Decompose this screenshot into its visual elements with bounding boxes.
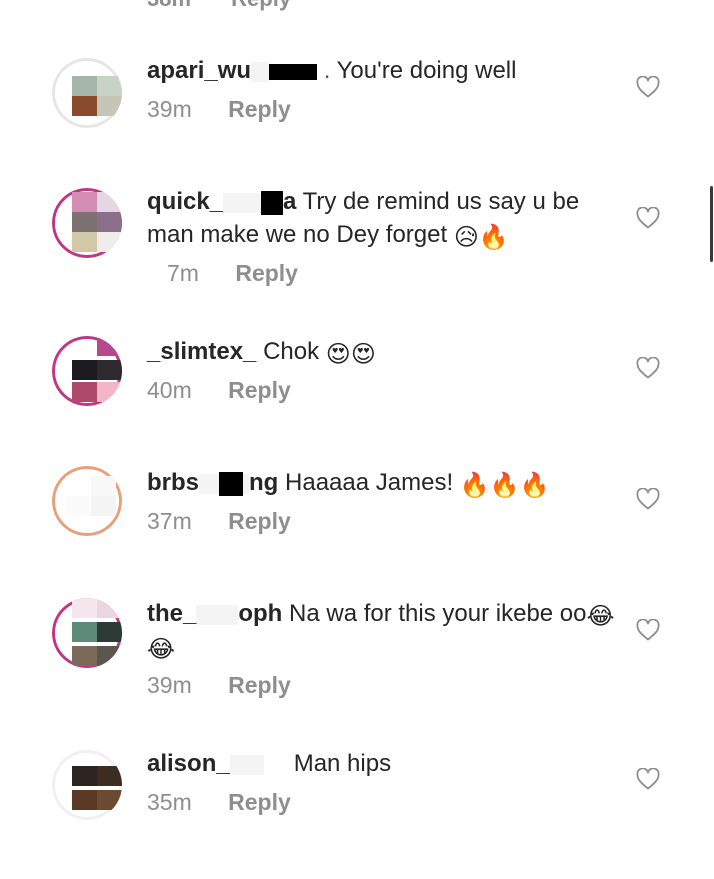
reply-button[interactable]: Reply <box>228 508 291 534</box>
reply-button[interactable]: Reply <box>228 96 291 122</box>
comment-time: 37m <box>147 508 192 534</box>
comment-text: _slimtex_ Chok 😍😍 <box>147 335 617 368</box>
redaction <box>219 471 244 496</box>
heart-outline-icon[interactable] <box>636 76 660 98</box>
fire-emoji: 🔥 <box>478 224 509 251</box>
comment-text: alison_ Man hips <box>147 747 617 780</box>
comment-body: Haaaaa James! <box>285 469 454 496</box>
previous-comment-time: 38m <box>147 0 191 11</box>
heart-outline-icon[interactable] <box>636 357 660 379</box>
reply-button[interactable]: Reply <box>228 377 291 403</box>
scrollbar[interactable] <box>710 186 713 262</box>
comment-time: 7m <box>167 260 199 286</box>
fire-emoji: 🔥 <box>489 472 520 499</box>
comment-text: apari_wu . You're doing well <box>147 57 517 84</box>
comment-meta: 37m Reply <box>147 508 291 535</box>
comment-body: Man hips <box>293 750 392 777</box>
comment-meta: 39m Reply <box>147 672 291 699</box>
fire-emoji: 🔥 <box>459 472 490 499</box>
avatar[interactable] <box>52 336 122 406</box>
heart-outline-icon[interactable] <box>636 488 660 510</box>
comment-username[interactable]: brbs <box>147 469 199 496</box>
comment-username[interactable]: apari_wu <box>147 57 251 84</box>
tears-of-joy-emoji: 😂 <box>586 603 615 630</box>
comment-meta: 39m Reply <box>147 96 291 123</box>
fire-emoji: 🔥 <box>519 472 550 499</box>
comment-username[interactable]: the_ <box>147 600 196 627</box>
tears-of-joy-emoji: 😂 <box>147 636 176 663</box>
reply-button[interactable]: Reply <box>228 789 291 815</box>
comment-text: brbs ng Haaaaa James! 🔥🔥🔥 <box>147 469 550 499</box>
redaction <box>261 190 284 215</box>
comment-meta: 40m Reply <box>147 377 291 404</box>
heart-eyes-emoji: 😍 <box>325 341 351 368</box>
comment-meta: 35m Reply <box>147 789 291 816</box>
reply-button[interactable]: Reply <box>228 672 291 698</box>
heart-eyes-emoji: 😍 <box>350 341 376 368</box>
comment-body: You're doing well <box>336 57 517 84</box>
avatar[interactable] <box>52 598 122 668</box>
comment-meta: 7m Reply <box>147 260 298 287</box>
comment-time: 39m <box>147 672 192 698</box>
comment-text: quick_ a Try de remind us say u be man ma… <box>147 188 580 251</box>
comment-body: Chok <box>263 338 320 365</box>
comment-username[interactable]: _slimtex_ <box>147 338 256 365</box>
reply-button[interactable]: Reply <box>235 260 298 286</box>
comment-text: the_ oph Na wa for this your ikebe oo😂😂 <box>147 600 615 663</box>
previous-reply-button[interactable]: Reply <box>231 0 291 11</box>
sad-face-emoji: 😥 <box>453 224 479 251</box>
comment-time: 39m <box>147 96 192 122</box>
comment-body: Na wa for this your ikebe oo <box>289 600 587 627</box>
comment-username[interactable]: alison_ <box>147 750 230 777</box>
avatar[interactable] <box>52 466 122 536</box>
comment-username[interactable]: quick_ <box>147 188 223 215</box>
heart-outline-icon[interactable] <box>636 619 660 641</box>
comment-time: 40m <box>147 377 192 403</box>
previous-comment-meta: 38m Reply <box>147 0 291 12</box>
heart-outline-icon[interactable] <box>636 207 660 229</box>
comment-time: 35m <box>147 789 192 815</box>
avatar[interactable] <box>52 188 122 258</box>
heart-outline-icon[interactable] <box>636 768 660 790</box>
redaction <box>269 63 318 80</box>
avatar[interactable] <box>52 750 122 820</box>
avatar[interactable] <box>52 58 122 128</box>
